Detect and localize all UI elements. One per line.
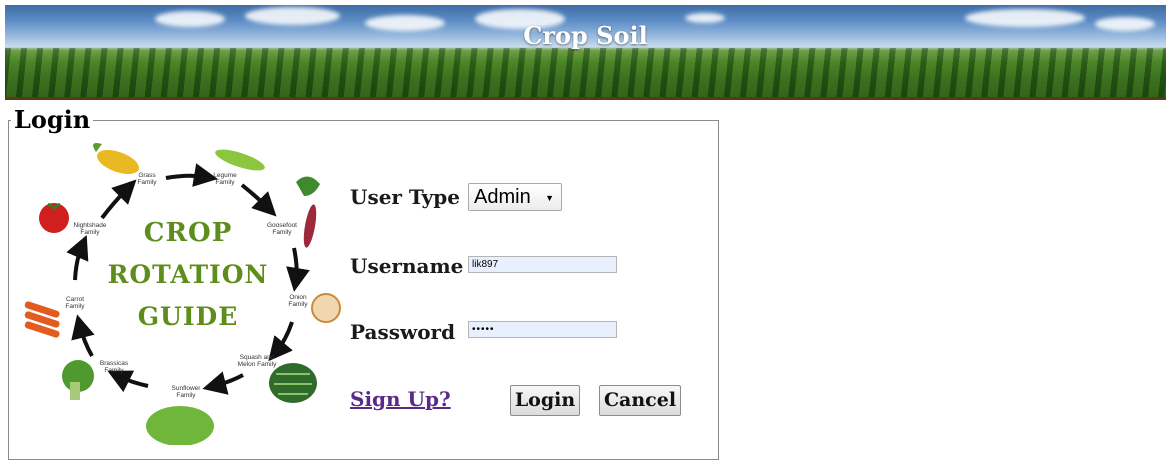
page-title: Crop Soil (523, 21, 648, 50)
guide-title-line-3: GUIDE (137, 302, 239, 331)
family-label-grass: Grass Family (137, 172, 157, 186)
user-type-value: Admin (474, 186, 531, 208)
signup-link[interactable]: Sign Up? (350, 387, 451, 411)
soil-strip (5, 97, 1166, 100)
cancel-button[interactable]: Cancel (599, 385, 681, 416)
family-label-nightshade: Nightshade Family (73, 222, 107, 236)
family-label-legume: Legume Family (213, 172, 237, 186)
family-label-onion: Onion Family (288, 294, 308, 308)
family-label-squash: Squash and Melon Family (237, 354, 277, 368)
family-label-goosefoot: Goosefoot Family (267, 222, 297, 236)
header-banner: Crop Soil (5, 5, 1166, 100)
family-label-sunflower: Sunflower Family (171, 385, 201, 399)
username-input[interactable]: lik897 (468, 256, 617, 273)
password-label: Password (350, 320, 456, 344)
crop-rows (5, 48, 1166, 100)
crop-rotation-guide-image: CROP ROTATION GUIDE Grass Family Legume … (18, 130, 348, 446)
guide-title-line-2: ROTATION (107, 260, 269, 289)
guide-title-line-1: CROP (143, 218, 233, 248)
family-label-carrot: Carrot Family (65, 296, 85, 310)
chevron-down-icon: ▼ (545, 193, 554, 203)
password-input[interactable]: ••••• (468, 321, 617, 338)
user-type-select[interactable]: Admin ▼ (468, 183, 562, 211)
login-button[interactable]: Login (510, 385, 580, 416)
family-label-brassicas: Brassicas Family (99, 360, 129, 374)
user-type-label: User Type (350, 185, 460, 209)
username-label: Username (350, 254, 464, 278)
